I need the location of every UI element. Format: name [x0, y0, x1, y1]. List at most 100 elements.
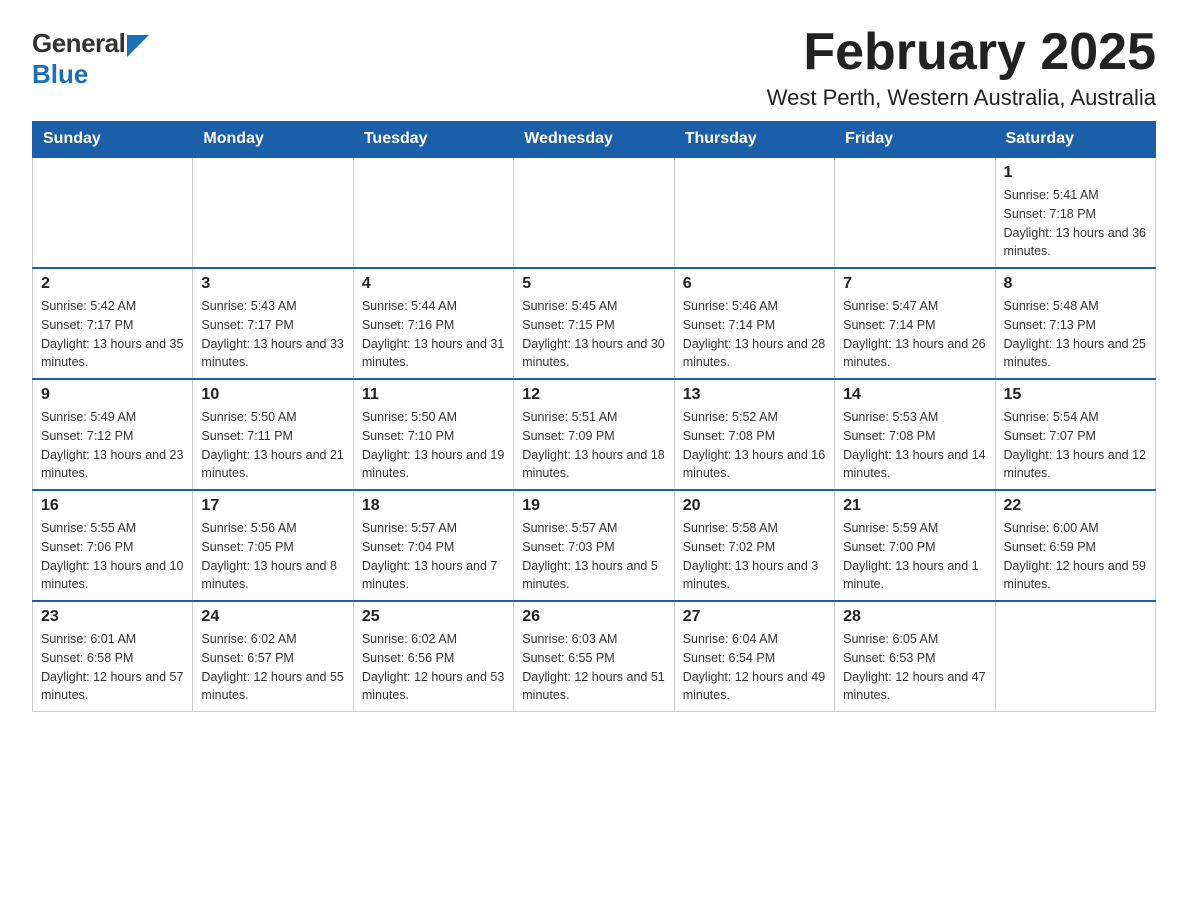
day-info: Sunrise: 6:02 AMSunset: 6:56 PMDaylight:… — [362, 630, 505, 705]
page-subtitle: West Perth, Western Australia, Australia — [767, 85, 1156, 111]
calendar-header: Sunday Monday Tuesday Wednesday Thursday… — [33, 122, 1156, 158]
table-row — [193, 157, 353, 268]
day-info: Sunrise: 5:50 AMSunset: 7:11 PMDaylight:… — [201, 408, 344, 483]
day-info: Sunrise: 5:56 AMSunset: 7:05 PMDaylight:… — [201, 519, 344, 594]
day-number: 3 — [201, 275, 344, 293]
day-number: 2 — [41, 275, 184, 293]
table-row: 27 Sunrise: 6:04 AMSunset: 6:54 PMDayligh… — [674, 601, 834, 712]
col-monday: Monday — [193, 122, 353, 158]
title-block: February 2025 West Perth, Western Austra… — [767, 24, 1156, 111]
day-info: Sunrise: 6:02 AMSunset: 6:57 PMDaylight:… — [201, 630, 344, 705]
logo: General Blue — [32, 28, 149, 90]
day-info: Sunrise: 5:51 AMSunset: 7:09 PMDaylight:… — [522, 408, 665, 483]
col-sunday: Sunday — [33, 122, 193, 158]
col-friday: Friday — [835, 122, 995, 158]
col-thursday: Thursday — [674, 122, 834, 158]
day-info: Sunrise: 6:05 AMSunset: 6:53 PMDaylight:… — [843, 630, 986, 705]
calendar-table: Sunday Monday Tuesday Wednesday Thursday… — [32, 121, 1156, 712]
logo-general-text: General — [32, 28, 125, 59]
day-number: 16 — [41, 497, 184, 515]
day-info: Sunrise: 5:58 AMSunset: 7:02 PMDaylight:… — [683, 519, 826, 594]
table-row: 20 Sunrise: 5:58 AMSunset: 7:02 PMDayligh… — [674, 490, 834, 601]
day-info: Sunrise: 5:52 AMSunset: 7:08 PMDaylight:… — [683, 408, 826, 483]
day-number: 11 — [362, 386, 505, 404]
table-row: 13 Sunrise: 5:52 AMSunset: 7:08 PMDayligh… — [674, 379, 834, 490]
table-row: 21 Sunrise: 5:59 AMSunset: 7:00 PMDayligh… — [835, 490, 995, 601]
table-row: 5 Sunrise: 5:45 AMSunset: 7:15 PMDaylight… — [514, 268, 674, 379]
table-row: 7Sunrise: 5:47 AMSunset: 7:14 PMDaylight… — [835, 268, 995, 379]
day-info: Sunrise: 6:01 AMSunset: 6:58 PMDaylight:… — [41, 630, 184, 705]
day-info: Sunrise: 5:50 AMSunset: 7:10 PMDaylight:… — [362, 408, 505, 483]
day-number: 1 — [1004, 164, 1147, 182]
calendar-week-row: 16 Sunrise: 5:55 AMSunset: 7:06 PMDayligh… — [33, 490, 1156, 601]
table-row: 22Sunrise: 6:00 AMSunset: 6:59 PMDayligh… — [995, 490, 1155, 601]
day-info: Sunrise: 5:57 AMSunset: 7:03 PMDaylight:… — [522, 519, 665, 594]
day-number: 7 — [843, 275, 986, 293]
table-row: 23 Sunrise: 6:01 AMSunset: 6:58 PMDayligh… — [33, 601, 193, 712]
day-number: 6 — [683, 275, 826, 293]
logo-blue-text: Blue — [32, 59, 88, 89]
day-info: Sunrise: 5:42 AMSunset: 7:17 PMDaylight:… — [41, 297, 184, 372]
table-row: 11 Sunrise: 5:50 AMSunset: 7:10 PMDayligh… — [353, 379, 513, 490]
day-number: 10 — [201, 386, 344, 404]
col-tuesday: Tuesday — [353, 122, 513, 158]
table-row: 16 Sunrise: 5:55 AMSunset: 7:06 PMDayligh… — [33, 490, 193, 601]
table-row — [835, 157, 995, 268]
table-row: 25 Sunrise: 6:02 AMSunset: 6:56 PMDayligh… — [353, 601, 513, 712]
table-row: 10 Sunrise: 5:50 AMSunset: 7:11 PMDayligh… — [193, 379, 353, 490]
table-row: 15Sunrise: 5:54 AMSunset: 7:07 PMDayligh… — [995, 379, 1155, 490]
day-number: 20 — [683, 497, 826, 515]
day-number: 12 — [522, 386, 665, 404]
col-wednesday: Wednesday — [514, 122, 674, 158]
day-info: Sunrise: 5:49 AMSunset: 7:12 PMDaylight:… — [41, 408, 184, 483]
day-info: Sunrise: 6:03 AMSunset: 6:55 PMDaylight:… — [522, 630, 665, 705]
day-number: 17 — [201, 497, 344, 515]
calendar-week-row: 9 Sunrise: 5:49 AMSunset: 7:12 PMDaylight… — [33, 379, 1156, 490]
calendar-body: 1Sunrise: 5:41 AMSunset: 7:18 PMDaylight… — [33, 157, 1156, 712]
table-row: 4Sunrise: 5:44 AMSunset: 7:16 PMDaylight… — [353, 268, 513, 379]
day-number: 15 — [1004, 386, 1147, 404]
table-row: 12 Sunrise: 5:51 AMSunset: 7:09 PMDayligh… — [514, 379, 674, 490]
calendar-header-row: Sunday Monday Tuesday Wednesday Thursday… — [33, 122, 1156, 158]
day-number: 24 — [201, 608, 344, 626]
table-row — [353, 157, 513, 268]
day-info: Sunrise: 5:57 AMSunset: 7:04 PMDaylight:… — [362, 519, 505, 594]
table-row: 26 Sunrise: 6:03 AMSunset: 6:55 PMDayligh… — [514, 601, 674, 712]
day-number: 27 — [683, 608, 826, 626]
day-number: 13 — [683, 386, 826, 404]
table-row: 28 Sunrise: 6:05 AMSunset: 6:53 PMDayligh… — [835, 601, 995, 712]
day-info: Sunrise: 6:00 AMSunset: 6:59 PMDaylight:… — [1004, 519, 1147, 594]
day-number: 9 — [41, 386, 184, 404]
day-info: Sunrise: 5:53 AMSunset: 7:08 PMDaylight:… — [843, 408, 986, 483]
page-header: General Blue February 2025 West Perth, W… — [32, 24, 1156, 111]
day-number: 26 — [522, 608, 665, 626]
day-number: 5 — [522, 275, 665, 293]
page-title: February 2025 — [767, 24, 1156, 81]
day-info: Sunrise: 5:44 AMSunset: 7:16 PMDaylight:… — [362, 297, 505, 372]
day-number: 23 — [41, 608, 184, 626]
day-number: 25 — [362, 608, 505, 626]
table-row: 9 Sunrise: 5:49 AMSunset: 7:12 PMDaylight… — [33, 379, 193, 490]
day-number: 14 — [843, 386, 986, 404]
day-info: Sunrise: 5:55 AMSunset: 7:06 PMDaylight:… — [41, 519, 184, 594]
table-row: 19 Sunrise: 5:57 AMSunset: 7:03 PMDayligh… — [514, 490, 674, 601]
table-row: 8Sunrise: 5:48 AMSunset: 7:13 PMDaylight… — [995, 268, 1155, 379]
day-number: 18 — [362, 497, 505, 515]
day-number: 21 — [843, 497, 986, 515]
day-info: Sunrise: 5:59 AMSunset: 7:00 PMDaylight:… — [843, 519, 986, 594]
day-info: Sunrise: 6:04 AMSunset: 6:54 PMDaylight:… — [683, 630, 826, 705]
day-number: 28 — [843, 608, 986, 626]
logo-triangle-icon — [127, 35, 149, 57]
day-info: Sunrise: 5:46 AMSunset: 7:14 PMDaylight:… — [683, 297, 826, 372]
table-row: 14 Sunrise: 5:53 AMSunset: 7:08 PMDayligh… — [835, 379, 995, 490]
day-info: Sunrise: 5:43 AMSunset: 7:17 PMDaylight:… — [201, 297, 344, 372]
table-row: 1Sunrise: 5:41 AMSunset: 7:18 PMDaylight… — [995, 157, 1155, 268]
table-row: 18 Sunrise: 5:57 AMSunset: 7:04 PMDayligh… — [353, 490, 513, 601]
table-row — [995, 601, 1155, 712]
day-info: Sunrise: 5:45 AMSunset: 7:15 PMDaylight:… — [522, 297, 665, 372]
table-row: 17 Sunrise: 5:56 AMSunset: 7:05 PMDayligh… — [193, 490, 353, 601]
day-number: 8 — [1004, 275, 1147, 293]
table-row: 6 Sunrise: 5:46 AMSunset: 7:14 PMDaylight… — [674, 268, 834, 379]
table-row — [514, 157, 674, 268]
day-number: 19 — [522, 497, 665, 515]
